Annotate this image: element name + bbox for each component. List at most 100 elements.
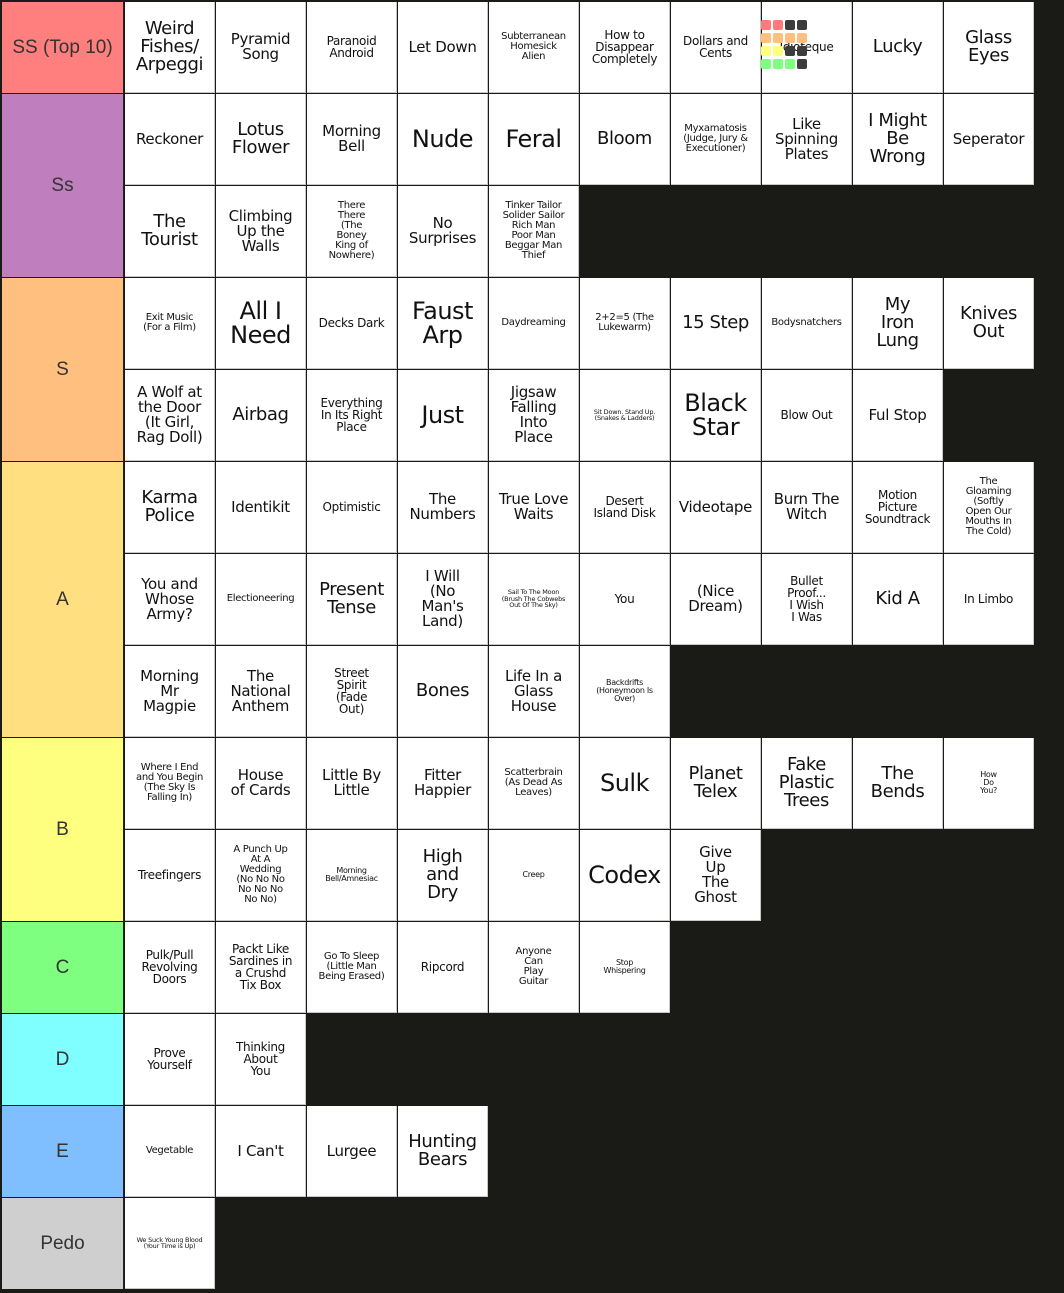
tier-item[interactable]: True Love Waits	[489, 462, 579, 553]
tier-item[interactable]: Lurgee	[307, 1106, 397, 1197]
tier-item[interactable]: Planet Telex	[671, 738, 761, 829]
tier-label[interactable]: B	[2, 738, 124, 921]
tier-item[interactable]: Morning Bell/Amnesiac	[307, 830, 397, 921]
tier-item[interactable]: Treefingers	[125, 830, 215, 921]
tier-item[interactable]: Feral	[489, 94, 579, 185]
tier-item[interactable]: Knives Out	[944, 278, 1034, 369]
tier-item[interactable]: Weird Fishes/ Arpeggi	[125, 2, 215, 93]
tier-label[interactable]: SS (Top 10)	[2, 2, 124, 93]
tier-item[interactable]: Videotape	[671, 462, 761, 553]
tier-item[interactable]: Give Up The Ghost	[671, 830, 761, 921]
tier-item[interactable]: Myxamatosis (Judge, Jury & Executioner)	[671, 94, 761, 185]
tier-item[interactable]: Vegetable	[125, 1106, 215, 1197]
tier-item[interactable]: Sit Down. Stand Up. (Snakes & Ladders)	[580, 370, 670, 461]
tier-item[interactable]: Sulk	[580, 738, 670, 829]
tier-item[interactable]: Bones	[398, 646, 488, 737]
tier-item[interactable]: Jigsaw Falling Into Place	[489, 370, 579, 461]
tier-item[interactable]: How Do You?	[944, 738, 1034, 829]
tier-item[interactable]: A Punch Up At A Wedding (No No No No No …	[216, 830, 306, 921]
tier-item[interactable]: Glass Eyes	[944, 2, 1034, 93]
tier-item[interactable]: Packt Like Sardines in a Crushd Tix Box	[216, 922, 306, 1013]
tier-item[interactable]: My Iron Lung	[853, 278, 943, 369]
tier-item[interactable]: 15 Step	[671, 278, 761, 369]
tier-item[interactable]: Daydreaming	[489, 278, 579, 369]
tier-item[interactable]: Everything In Its Right Place	[307, 370, 397, 461]
tier-item[interactable]: Street Spirit (Fade Out)	[307, 646, 397, 737]
tier-item[interactable]: Airbag	[216, 370, 306, 461]
tier-item[interactable]: House of Cards	[216, 738, 306, 829]
tier-item[interactable]: Exit Music (For a Film)	[125, 278, 215, 369]
tier-item[interactable]: Scatterbrain (As Dead As Leaves)	[489, 738, 579, 829]
tier-item[interactable]: No Surprises	[398, 186, 488, 277]
tier-item[interactable]: Paranoid Android	[307, 2, 397, 93]
tier-item[interactable]: Prove Yourself	[125, 1014, 215, 1105]
tier-item[interactable]: Dollars and Cents	[671, 2, 761, 93]
tier-item[interactable]: 2+2=5 (The Lukewarm)	[580, 278, 670, 369]
tier-item[interactable]: Backdrifts (Honeymoon Is Over)	[580, 646, 670, 737]
tier-item[interactable]: I Can't	[216, 1106, 306, 1197]
tier-item[interactable]: How to Disappear Completely	[580, 2, 670, 93]
tier-item[interactable]: Morning Bell	[307, 94, 397, 185]
tier-item[interactable]: (Nice Dream)	[671, 554, 761, 645]
tier-item[interactable]: The National Anthem	[216, 646, 306, 737]
tier-item[interactable]: Desert Island Disk	[580, 462, 670, 553]
tier-item[interactable]: Present Tense	[307, 554, 397, 645]
tier-item[interactable]: Anyone Can Play Guitar	[489, 922, 579, 1013]
tier-label[interactable]: E	[2, 1106, 124, 1197]
tier-item[interactable]: Sail To The Moon (Brush The Cobwebs Out …	[489, 554, 579, 645]
tier-item[interactable]: A Wolf at the Door (It Girl, Rag Doll)	[125, 370, 215, 461]
tier-item[interactable]: Life In a Glass House	[489, 646, 579, 737]
tier-label[interactable]: S	[2, 278, 124, 461]
tier-item[interactable]: Decks Dark	[307, 278, 397, 369]
tier-item[interactable]: Pulk/Pull Revolving Doors	[125, 922, 215, 1013]
tier-item[interactable]: Codex	[580, 830, 670, 921]
tier-item[interactable]: In Limbo	[944, 554, 1034, 645]
tier-item[interactable]: Lotus Flower	[216, 94, 306, 185]
tier-item[interactable]: Seperator	[944, 94, 1034, 185]
tier-item[interactable]: Motion Picture Soundtrack	[853, 462, 943, 553]
tier-item[interactable]: Burn The Witch	[762, 462, 852, 553]
tier-item[interactable]: Creep	[489, 830, 579, 921]
tier-item[interactable]: Optimistic	[307, 462, 397, 553]
tier-item[interactable]: Fake Plastic Trees	[762, 738, 852, 829]
tier-item[interactable]: Where I End and You Begin (The Sky Is Fa…	[125, 738, 215, 829]
tier-item[interactable]: Ripcord	[398, 922, 488, 1013]
tier-item[interactable]: You and Whose Army?	[125, 554, 215, 645]
tier-label[interactable]: Pedo	[2, 1198, 124, 1289]
tier-item[interactable]: Nude	[398, 94, 488, 185]
tier-item[interactable]: I Might Be Wrong	[853, 94, 943, 185]
tier-label[interactable]: Ss	[2, 94, 124, 277]
tier-item[interactable]: Tinker Tailor Solider Sailor Rich Man Po…	[489, 186, 579, 277]
tier-item[interactable]: Subterranean Homesick Alien	[489, 2, 579, 93]
tier-item[interactable]: High and Dry	[398, 830, 488, 921]
tier-item[interactable]: The Bends	[853, 738, 943, 829]
tier-item[interactable]: Thinking About You	[216, 1014, 306, 1105]
tier-item[interactable]: Like Spinning Plates	[762, 94, 852, 185]
tier-item[interactable]: Blow Out	[762, 370, 852, 461]
tier-item[interactable]: Morning Mr Magpie	[125, 646, 215, 737]
tier-item[interactable]: I Will (No Man's Land)	[398, 554, 488, 645]
tier-item[interactable]: Faust Arp	[398, 278, 488, 369]
tier-item[interactable]: Just	[398, 370, 488, 461]
tier-label[interactable]: A	[2, 462, 124, 737]
tier-item[interactable]: You	[580, 554, 670, 645]
tier-item[interactable]: Bullet Proof... I Wish I Was	[762, 554, 852, 645]
tier-item[interactable]: Fitter Happier	[398, 738, 488, 829]
tier-item[interactable]: Identikit	[216, 462, 306, 553]
tier-item[interactable]: The Tourist	[125, 186, 215, 277]
tier-item[interactable]: Bloom	[580, 94, 670, 185]
tier-item[interactable]: Kid A	[853, 554, 943, 645]
tier-item[interactable]: Let Down	[398, 2, 488, 93]
tier-label[interactable]: D	[2, 1014, 124, 1105]
tier-item[interactable]: Electioneering	[216, 554, 306, 645]
tier-item[interactable]: Ful Stop	[853, 370, 943, 461]
tier-item[interactable]: The Gloaming (Softly Open Our Mouths In …	[944, 462, 1034, 553]
tier-item[interactable]: Stop Whispering	[580, 922, 670, 1013]
tier-item[interactable]: The Numbers	[398, 462, 488, 553]
tier-item[interactable]: Lucky	[853, 2, 943, 93]
tier-item[interactable]: Pyramid Song	[216, 2, 306, 93]
tier-item[interactable]: All I Need	[216, 278, 306, 369]
tier-item[interactable]: Bodysnatchers	[762, 278, 852, 369]
tier-item[interactable]: Karma Police	[125, 462, 215, 553]
tier-item[interactable]: Climbing Up the Walls	[216, 186, 306, 277]
